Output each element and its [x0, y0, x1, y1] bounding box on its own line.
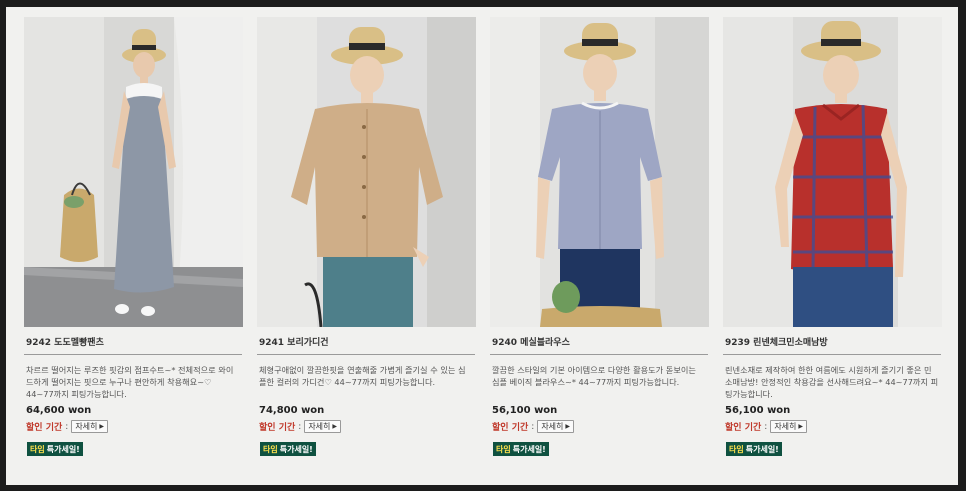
- sale-period: 할인 기간 : 자세히 ▶: [723, 420, 942, 433]
- badge-sub-text: 특가세일!: [46, 444, 80, 454]
- product-card[interactable]: 9242 도도멜빵팬츠 차르르 떨어지는 루즈한 핏감의 점프수트~* 전체적으…: [24, 17, 243, 456]
- sale-period-label: 할인 기간: [26, 423, 63, 433]
- play-arrow-icon: ▶: [565, 423, 571, 430]
- detail-button-label: 자세히: [541, 422, 564, 431]
- product-title[interactable]: 9241 보리가디건: [257, 335, 476, 348]
- model-photo-jumpsuit: [24, 17, 243, 327]
- sale-period: 할인 기간 : 자세히 ▶: [490, 420, 709, 433]
- sale-colon: :: [764, 421, 768, 432]
- divider: [490, 354, 708, 355]
- sale-period-label: 할인 기간: [259, 423, 296, 433]
- play-arrow-icon: ▶: [99, 423, 105, 430]
- sale-period: 할인 기간 : 자세히 ▶: [257, 420, 476, 433]
- product-photo[interactable]: [723, 17, 942, 327]
- product-description: 차르르 떨어지는 루즈한 핏감의 점프수트~* 전체적으로 와이드하게 떨어지는…: [26, 365, 234, 399]
- sale-colon: :: [65, 421, 69, 432]
- product-photo[interactable]: [257, 17, 476, 327]
- detail-button-label: 자세히: [774, 422, 797, 431]
- time-sale-badge[interactable]: 타임 특가세일!: [726, 442, 782, 456]
- time-sale-badge[interactable]: 타임 특가세일!: [493, 442, 549, 456]
- product-card[interactable]: 9239 린넨체크민소매남방 린넨소재로 제작하여 한한 여름에도 시원하게 즐…: [723, 17, 942, 456]
- divider: [24, 354, 242, 355]
- play-arrow-icon: ▶: [798, 423, 804, 430]
- product-description: 린넨소재로 제작하여 한한 여름에도 시원하게 즐기기 좋은 민소매남방! 안정…: [725, 365, 939, 399]
- product-photo[interactable]: [490, 17, 709, 327]
- product-description: 체형구애없이 깔끔한핏을 연출해줄 가볍게 즐기실 수 있는 심플한 컬러의 가…: [259, 365, 466, 387]
- detail-button[interactable]: 자세히 ▶: [304, 420, 342, 433]
- badge-sub-text: 특가세일!: [512, 444, 546, 454]
- time-sale-badge[interactable]: 타임 특가세일!: [27, 442, 83, 456]
- divider: [257, 354, 475, 355]
- badge-main-text: 타임: [729, 444, 744, 454]
- product-title[interactable]: 9242 도도멜빵팬츠: [24, 335, 243, 348]
- detail-button[interactable]: 자세히 ▶: [537, 420, 575, 433]
- sale-colon: :: [531, 421, 535, 432]
- time-sale-badge[interactable]: 타임 특가세일!: [260, 442, 316, 456]
- product-title[interactable]: 9239 린넨체크민소매남방: [723, 335, 942, 348]
- detail-button[interactable]: 자세히 ▶: [71, 420, 109, 433]
- product-card[interactable]: 9241 보리가디건 체형구애없이 깔끔한핏을 연출해줄 가볍게 즐기실 수 있…: [257, 17, 476, 456]
- badge-main-text: 타임: [496, 444, 511, 454]
- product-price: 74,800 won: [259, 405, 325, 416]
- product-title[interactable]: 9240 메실블라우스: [490, 335, 709, 348]
- product-grid: 9242 도도멜빵팬츠 차르르 떨어지는 루즈한 핏감의 점프수트~* 전체적으…: [6, 7, 958, 485]
- badge-sub-text: 특가세일!: [279, 444, 313, 454]
- product-description: 깔끔한 스타일의 기본 아이템으로 다양한 활용도가 돋보이는 심플 베이직 블…: [492, 365, 696, 387]
- model-photo-check-shirt: [723, 17, 942, 327]
- badge-main-text: 타임: [30, 444, 45, 454]
- product-price: 56,100 won: [492, 405, 558, 416]
- model-photo-cardigan: [257, 17, 476, 327]
- divider: [723, 354, 941, 355]
- product-card[interactable]: 9240 메실블라우스 깔끔한 스타일의 기본 아이템으로 다양한 활용도가 돋…: [490, 17, 709, 456]
- product-photo[interactable]: [24, 17, 243, 327]
- product-price: 64,600 won: [26, 405, 92, 416]
- play-arrow-icon: ▶: [332, 423, 338, 430]
- model-photo-blouse: [490, 17, 709, 327]
- sale-period-label: 할인 기간: [725, 423, 762, 433]
- detail-button[interactable]: 자세히 ▶: [770, 420, 808, 433]
- sale-colon: :: [298, 421, 302, 432]
- sale-period: 할인 기간 : 자세히 ▶: [24, 420, 243, 433]
- sale-period-label: 할인 기간: [492, 423, 529, 433]
- product-price: 56,100 won: [725, 405, 791, 416]
- detail-button-label: 자세히: [75, 422, 98, 431]
- badge-sub-text: 특가세일!: [745, 444, 779, 454]
- detail-button-label: 자세히: [308, 422, 331, 431]
- badge-main-text: 타임: [263, 444, 278, 454]
